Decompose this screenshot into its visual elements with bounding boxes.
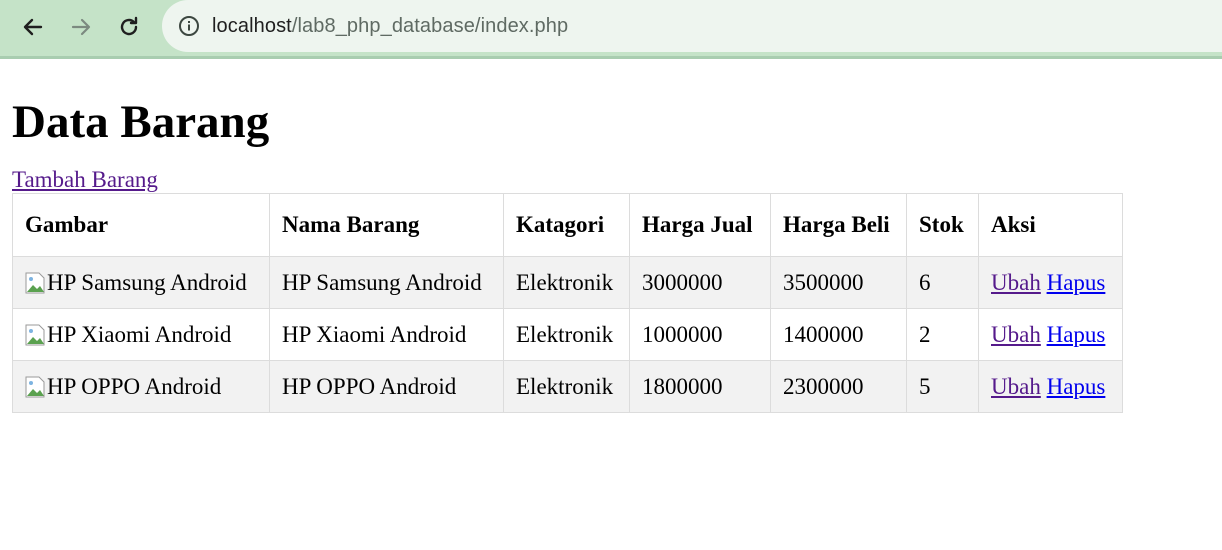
header-harga-beli: Harga Beli bbox=[770, 193, 907, 257]
table-row: HP OPPO Android HP OPPO Android Elektron… bbox=[12, 360, 1123, 413]
cell-nama: HP OPPO Android bbox=[269, 360, 504, 413]
image-cell: HP Xiaomi Android bbox=[12, 308, 270, 361]
image-alt-text: HP Samsung Android bbox=[47, 269, 247, 295]
info-icon[interactable] bbox=[178, 15, 200, 37]
cell-stok: 5 bbox=[906, 360, 979, 413]
header-nama: Nama Barang bbox=[269, 193, 504, 257]
image-alt-text: HP Xiaomi Android bbox=[47, 321, 232, 347]
cell-aksi: Ubah Hapus bbox=[978, 256, 1123, 309]
cell-nama: HP Samsung Android bbox=[269, 256, 504, 309]
cell-harga-beli: 3500000 bbox=[770, 256, 907, 309]
url-host: localhost bbox=[212, 14, 292, 37]
header-harga-jual: Harga Jual bbox=[629, 193, 771, 257]
cell-nama: HP Xiaomi Android bbox=[269, 308, 504, 361]
broken-image-icon bbox=[25, 376, 45, 397]
cell-harga-beli: 2300000 bbox=[770, 360, 907, 413]
header-gambar: Gambar bbox=[12, 193, 270, 257]
broken-image-icon bbox=[25, 324, 45, 345]
table-row: HP Samsung Android HP Samsung Android El… bbox=[12, 256, 1123, 309]
page-title: Data Barang bbox=[12, 96, 270, 148]
add-item-link[interactable]: Tambah Barang bbox=[12, 167, 158, 193]
cell-stok: 2 bbox=[906, 308, 979, 361]
edit-link[interactable]: Ubah bbox=[991, 322, 1041, 347]
cell-kategori: Elektronik bbox=[503, 360, 630, 413]
cell-harga-beli: 1400000 bbox=[770, 308, 907, 361]
image-cell: HP Samsung Android bbox=[12, 256, 270, 309]
cell-aksi: Ubah Hapus bbox=[978, 308, 1123, 361]
header-stok: Stok bbox=[906, 193, 979, 257]
cell-harga-jual: 1000000 bbox=[629, 308, 771, 361]
url-text[interactable]: localhost/lab8_php_database/index.php bbox=[212, 15, 568, 38]
cell-stok: 6 bbox=[906, 256, 979, 309]
header-kategori: Katagori bbox=[503, 193, 630, 257]
delete-link[interactable]: Hapus bbox=[1047, 270, 1106, 295]
cell-kategori: Elektronik bbox=[503, 256, 630, 309]
forward-button[interactable] bbox=[62, 8, 100, 46]
reload-icon bbox=[120, 16, 138, 36]
edit-link[interactable]: Ubah bbox=[991, 270, 1041, 295]
image-cell: HP OPPO Android bbox=[12, 360, 270, 413]
cell-aksi: Ubah Hapus bbox=[978, 360, 1123, 413]
delete-link[interactable]: Hapus bbox=[1047, 322, 1106, 347]
broken-image-icon bbox=[25, 272, 45, 293]
cell-kategori: Elektronik bbox=[503, 308, 630, 361]
url-path: /lab8_php_database/index.php bbox=[291, 14, 569, 37]
cell-harga-jual: 1800000 bbox=[629, 360, 771, 413]
image-alt-text: HP OPPO Android bbox=[47, 373, 222, 399]
arrow-left-icon bbox=[23, 18, 43, 36]
table-header-row: Gambar Nama Barang Katagori Harga Jual H… bbox=[12, 193, 1123, 257]
arrow-right-icon bbox=[71, 18, 91, 36]
cell-harga-jual: 3000000 bbox=[629, 256, 771, 309]
table-row: HP Xiaomi Android HP Xiaomi Android Elek… bbox=[12, 308, 1123, 361]
back-button[interactable] bbox=[14, 8, 52, 46]
delete-link[interactable]: Hapus bbox=[1047, 374, 1106, 399]
address-bar[interactable]: localhost/lab8_php_database/index.php bbox=[162, 0, 1222, 52]
page-content: Data Barang Tambah Barang Gambar Nama Ba… bbox=[0, 92, 1222, 413]
browser-toolbar: localhost/lab8_php_database/index.php bbox=[0, 0, 1222, 59]
reload-button[interactable] bbox=[110, 8, 148, 46]
items-table: Gambar Nama Barang Katagori Harga Jual H… bbox=[12, 193, 1123, 413]
edit-link[interactable]: Ubah bbox=[991, 374, 1041, 399]
header-aksi: Aksi bbox=[978, 193, 1123, 257]
